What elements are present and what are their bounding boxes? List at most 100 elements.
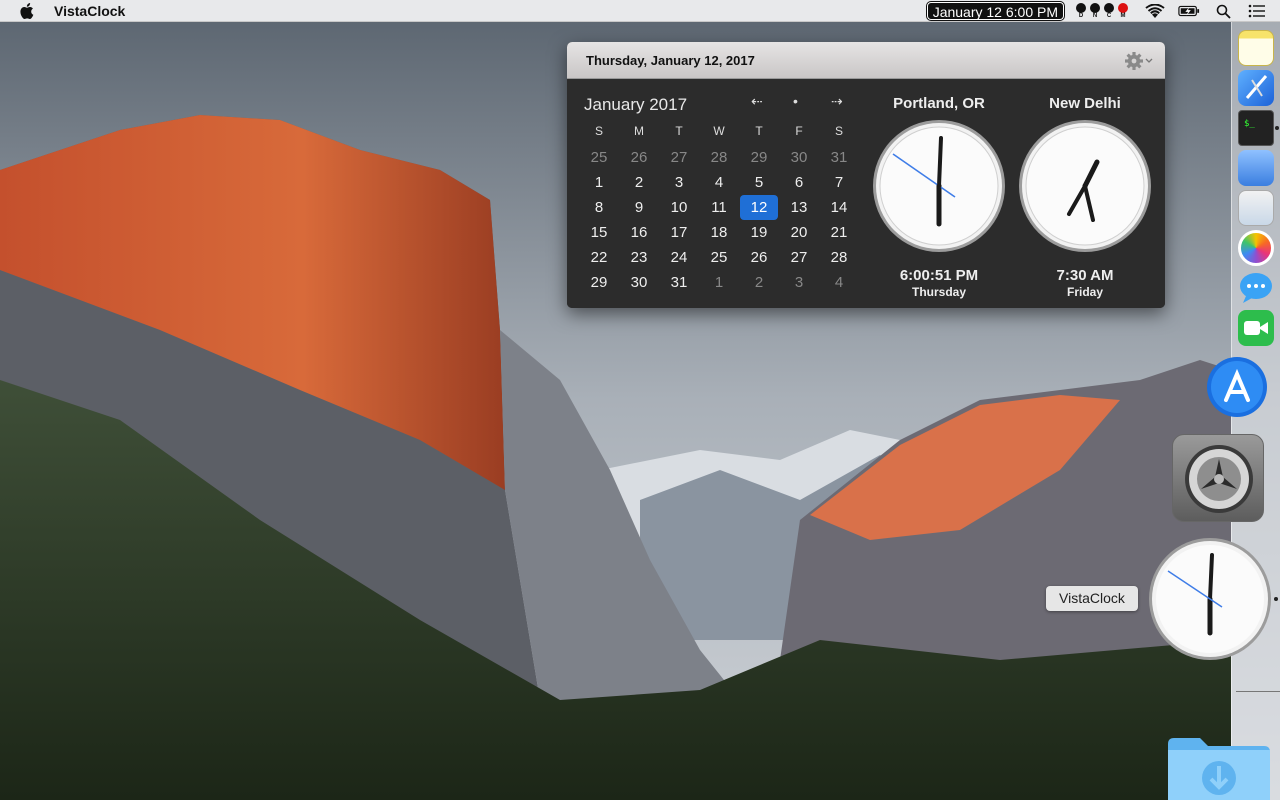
day-cell[interactable]: 19 [739, 220, 779, 245]
day-cell[interactable]: 1 [579, 170, 619, 195]
world-clock-new-delhi[interactable]: New Delhi 7:30 AM Friday [1015, 79, 1155, 299]
day-cell[interactable]: 6 [779, 170, 819, 195]
image-capture-icon[interactable] [1238, 190, 1274, 226]
weekday-label: W [713, 124, 725, 138]
day-cell[interactable]: 4 [819, 270, 859, 295]
system-preferences-icon[interactable] [1172, 434, 1264, 522]
week-row: 15 16 17 18 19 20 21 [579, 220, 859, 245]
day-cell[interactable]: 25 [579, 145, 619, 170]
calendar: January 2017 ⇠ • ⇢ S M T W T F S 25 26 2… [577, 79, 857, 291]
day-cell[interactable]: 30 [619, 270, 659, 295]
day-cell[interactable]: 13 [779, 195, 819, 220]
day-cell[interactable]: 8 [579, 195, 619, 220]
day-cell[interactable]: 26 [739, 245, 779, 270]
clock-day-label: Thursday [911, 285, 966, 299]
day-cell[interactable]: 31 [819, 145, 859, 170]
day-cell[interactable]: 10 [659, 195, 699, 220]
day-cell[interactable]: 31 [659, 270, 699, 295]
photos-icon[interactable] [1238, 230, 1274, 266]
day-cell[interactable]: 27 [779, 245, 819, 270]
day-cell[interactable]: 21 [819, 220, 859, 245]
week-row: 25 26 27 28 29 30 31 [579, 145, 859, 170]
weekday-row: S M T W T F S [579, 121, 859, 145]
analog-clock-icon [1019, 120, 1151, 252]
menu-bar: VistaClock January 12 6:00 PM D N C M [0, 0, 1280, 22]
clock-time-label: 6:00:51 PM [899, 267, 979, 284]
weekday-label: T [675, 124, 683, 138]
day-cell[interactable]: 27 [659, 145, 699, 170]
day-cell[interactable]: 20 [779, 220, 819, 245]
today-button[interactable]: • [793, 93, 798, 109]
chevron-down-icon [1145, 58, 1153, 63]
settings-button[interactable] [1125, 51, 1155, 71]
clock-day-label: Friday [1066, 285, 1103, 299]
day-cell[interactable]: 3 [779, 270, 819, 295]
downloads-folder-icon[interactable] [1166, 736, 1272, 800]
day-cell[interactable]: 15 [579, 220, 619, 245]
day-cell[interactable]: 25 [699, 245, 739, 270]
day-cell[interactable]: 3 [659, 170, 699, 195]
day-cell[interactable]: 29 [579, 270, 619, 295]
day-cell[interactable]: 24 [659, 245, 699, 270]
status-dot-c: C [1103, 2, 1115, 20]
day-cell[interactable]: 4 [699, 170, 739, 195]
xcode-icon[interactable] [1238, 70, 1274, 106]
apple-menu-icon[interactable] [20, 2, 36, 20]
clock-city-label: New Delhi [1049, 95, 1121, 112]
popup-header: Thursday, January 12, 2017 [567, 42, 1165, 79]
app-menu-name[interactable]: VistaClock [54, 3, 125, 19]
day-cell[interactable]: 14 [819, 195, 859, 220]
day-cell[interactable]: 28 [819, 245, 859, 270]
status-dot-n: N [1089, 2, 1101, 20]
notification-center-icon[interactable] [1246, 2, 1268, 20]
menubar-clock[interactable]: January 12 6:00 PM [925, 1, 1066, 21]
week-row: 1 2 3 4 5 6 7 [579, 170, 859, 195]
day-cell[interactable]: 5 [739, 170, 779, 195]
day-cell[interactable]: 9 [619, 195, 659, 220]
week-row: 8 9 10 11 12 13 14 [579, 195, 859, 220]
day-cell[interactable]: 30 [779, 145, 819, 170]
popup-body: January 2017 ⇠ • ⇢ S M T W T F S 25 26 2… [567, 79, 1165, 308]
day-cell[interactable]: 7 [819, 170, 859, 195]
day-cell[interactable]: 29 [739, 145, 779, 170]
day-cell[interactable]: 11 [699, 195, 739, 220]
gear-icon [1125, 52, 1153, 70]
week-row: 29 30 31 1 2 3 4 [579, 270, 859, 295]
vistaclock-icon[interactable] [1148, 537, 1272, 661]
wifi-icon[interactable] [1144, 2, 1166, 20]
running-indicator [1275, 126, 1279, 130]
day-cell[interactable]: 18 [699, 220, 739, 245]
status-dots[interactable]: D N C M [1074, 2, 1130, 20]
clock-time-label: 7:30 AM [1056, 267, 1114, 284]
week-row: 22 23 24 25 26 27 28 [579, 245, 859, 270]
spotlight-search-icon[interactable] [1212, 2, 1234, 20]
weekday-label: M [634, 124, 644, 138]
weekday-label: S [834, 124, 843, 138]
world-clock-portland[interactable]: Portland, OR 6:00:51 PM Thursday [869, 79, 1009, 299]
terminal-icon[interactable]: $_ [1238, 110, 1274, 146]
prev-month-button[interactable]: ⇠ [751, 93, 763, 110]
day-cell[interactable]: 22 [579, 245, 619, 270]
day-cell[interactable]: 1 [699, 270, 739, 295]
vistaclock-popup: Thursday, January 12, 2017 January 2017 … [567, 42, 1165, 308]
dock-tooltip: VistaClock [1046, 586, 1138, 611]
day-cell[interactable]: 2 [739, 270, 779, 295]
notes-icon[interactable] [1238, 30, 1274, 66]
day-cell[interactable]: 28 [699, 145, 739, 170]
messages-icon[interactable] [1238, 270, 1274, 306]
day-cell-today[interactable]: 12 [740, 195, 778, 220]
day-cell[interactable]: 2 [619, 170, 659, 195]
day-cell[interactable]: 23 [619, 245, 659, 270]
analog-clock-icon [873, 120, 1005, 252]
app-store-icon[interactable] [1206, 356, 1268, 418]
facetime-icon[interactable] [1238, 310, 1274, 346]
calendar-month-title: January 2017 [584, 95, 688, 114]
day-cell[interactable]: 26 [619, 145, 659, 170]
preview-icon[interactable] [1238, 150, 1274, 186]
battery-icon[interactable] [1178, 2, 1200, 20]
calendar-grid: S M T W T F S 25 26 27 28 29 30 31 1 2 3… [579, 121, 859, 295]
weekday-label: F [795, 124, 803, 138]
next-month-button[interactable]: ⇢ [831, 93, 843, 110]
day-cell[interactable]: 17 [659, 220, 699, 245]
day-cell[interactable]: 16 [619, 220, 659, 245]
